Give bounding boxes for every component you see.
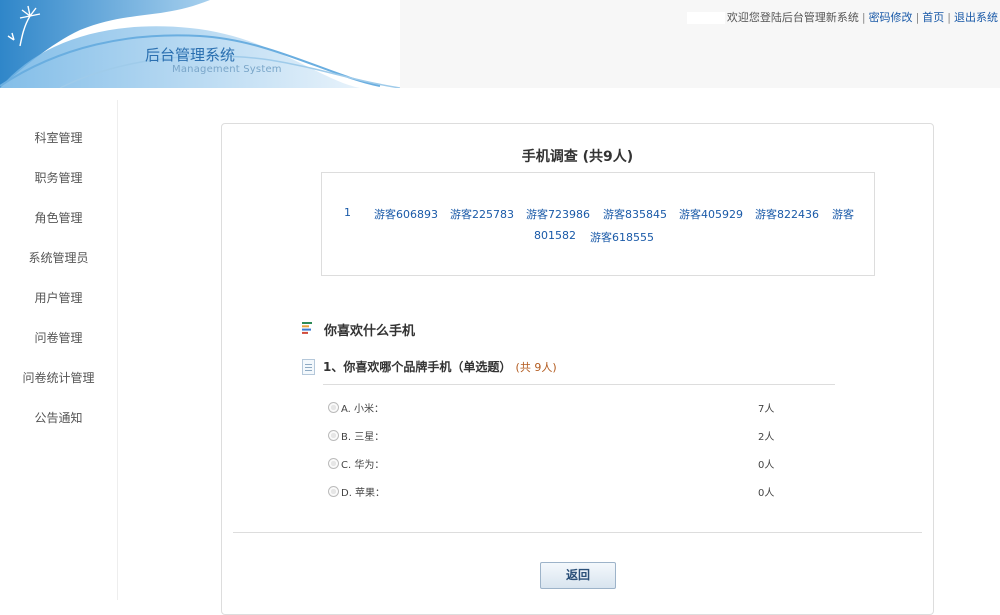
sidebar-item-role[interactable]: 角色管理 [0,180,117,225]
logout-link[interactable]: 退出系统 [954,11,998,24]
option-label: C. 华为： [341,460,385,471]
top-links: 欢迎您登陆后台管理新系统 | 密码修改 | 首页 | 退出系统 [686,9,998,25]
sidebar-item-survey-stats[interactable]: 问卷统计管理 [0,340,117,385]
sidebar-item-position[interactable]: 职务管理 [0,140,117,185]
list-icon [302,322,312,334]
survey-panel: 手机调查 (共9人) 1 游客606893 游客225783 游客723986 … [221,123,934,615]
option-count: 0人 [758,460,775,471]
welcome-text: 欢迎您登陆后台管理新系统 [726,11,859,24]
sidebar-item-user[interactable]: 用户管理 [0,260,117,305]
logo: 后台管理系统 Management System [0,0,400,88]
question-count: (共 9人) [515,361,557,374]
header-top-bar: 欢迎您登陆后台管理新系统 | 密码修改 | 首页 | 退出系统 [400,0,1000,88]
username-redacted [686,12,725,24]
option-row: B. 三星： 2人 [328,427,788,445]
survey-title: 手机调查 (共9人) [521,149,634,165]
document-icon [302,359,315,375]
participants-box: 1 游客606893 游客225783 游客723986 游客835845 游客… [321,172,875,276]
sidebar-item-notice[interactable]: 公告通知 [0,380,117,425]
sidebar-menu: 科室管理 职务管理 角色管理 系统管理员 用户管理 问卷管理 问卷统计管理 公告… [0,100,117,425]
sidebar-item-admin[interactable]: 系统管理员 [0,220,117,265]
footer-divider [233,532,922,533]
option-row: C. 华为： 0人 [328,455,788,473]
participant-link[interactable]: 游客225783 [450,206,514,222]
separator: | [947,11,951,24]
separator: | [861,11,866,24]
question-title: 1、你喜欢哪个品牌手机（单选题） (共 9人) [323,358,557,375]
participant-link[interactable]: 游客835845 [603,206,667,222]
home-link[interactable]: 首页 [922,11,944,24]
app-title: 后台管理系统 [145,46,236,64]
back-button[interactable]: 返回 [540,562,616,589]
option-label: D. 苹果： [341,488,386,499]
participant-link[interactable]: 游客822436 [755,206,819,222]
option-row: D. 苹果： 0人 [328,483,788,501]
sidebar-item-survey[interactable]: 问卷管理 [0,300,117,345]
option-label: A. 小米： [341,404,385,415]
radio-button[interactable] [328,458,339,469]
radio-button[interactable] [328,402,339,413]
participants-row-index: 1 [344,206,351,219]
option-count: 7人 [758,404,775,415]
option-count: 0人 [758,488,775,499]
option-label: B. 三星： [341,432,385,443]
section-title: 你喜欢什么手机 [324,324,416,339]
sidebar: 科室管理 职务管理 角色管理 系统管理员 用户管理 问卷管理 问卷统计管理 公告… [0,100,118,600]
radio-button[interactable] [328,486,339,497]
separator: | [915,11,920,24]
radio-button[interactable] [328,430,339,441]
participant-link-continued[interactable]: 801582 [534,229,576,242]
header: 后台管理系统 Management System 欢迎您登陆后台管理新系统 | 密码… [0,0,1000,88]
option-row: A. 小米： 7人 [328,399,788,417]
question-text: 1、你喜欢哪个品牌手机（单选题） [323,360,512,374]
participant-link[interactable]: 游客618555 [590,229,654,245]
participant-link[interactable]: 游客723986 [526,206,590,222]
participant-link[interactable]: 游客405929 [679,206,743,222]
participant-link[interactable]: 游客 [832,206,854,222]
sidebar-item-department[interactable]: 科室管理 [0,100,117,145]
change-password-link[interactable]: 密码修改 [869,11,913,24]
app-subtitle: Management System [172,64,282,75]
question-divider [323,384,835,385]
participant-link[interactable]: 游客606893 [374,206,438,222]
option-count: 2人 [758,432,775,443]
